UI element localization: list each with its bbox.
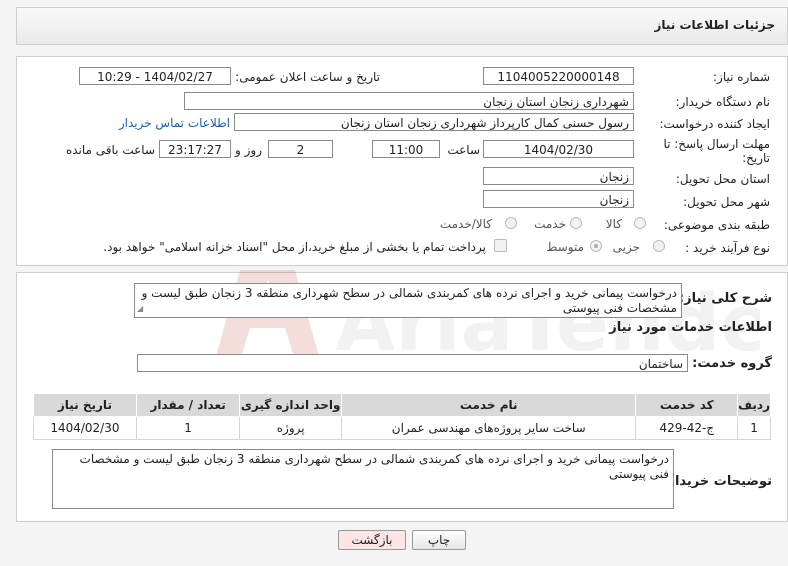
category-option-goods: کالا <box>605 217 622 231</box>
buyer-org-field[interactable]: شهرداری زنجان استان زنجان <box>184 92 634 110</box>
buyer-contact-link[interactable]: اطلاعات تماس خریدار <box>119 116 230 130</box>
days-label: روز و <box>235 143 262 157</box>
deadline-date-field[interactable]: 1404/02/30 <box>483 140 634 158</box>
province-field[interactable]: زنجان <box>483 167 634 185</box>
back-button[interactable]: بازگشت <box>338 530 406 550</box>
announce-label: تاریخ و ساعت اعلان عمومی: <box>235 70 380 84</box>
services-table: ردیف کد خدمت نام خدمت واحد اندازه گیری ت… <box>33 393 771 440</box>
summary-text: درخواست پیمانی خرید و اجرای نرده های کمر… <box>141 286 677 315</box>
service-group-field[interactable]: ساختمان <box>137 354 688 372</box>
services-section-title: اطلاعات خدمات مورد نیاز <box>609 320 772 335</box>
summary-label: شرح کلی نیاز: <box>678 291 772 306</box>
table-row[interactable]: 1 ج-42-429 ساخت سایر پروژه‌های مهندسی عم… <box>33 416 771 440</box>
summary-textarea[interactable]: درخواست پیمانی خرید و اجرای نرده های کمر… <box>134 283 682 318</box>
deadline-time-label: ساعت <box>447 143 480 157</box>
cell-service-name: ساخت سایر پروژه‌های مهندسی عمران <box>340 416 637 440</box>
province-label: استان محل تحویل: <box>675 172 770 186</box>
col-row-number: ردیف <box>737 393 771 417</box>
buyer-notes-text: درخواست پیمانی خرید و اجرای نرده های کمر… <box>79 452 669 481</box>
days-field[interactable]: 2 <box>268 140 333 158</box>
deadline-label-line1: مهلت ارسال پاسخ: تا <box>663 137 770 151</box>
print-button[interactable]: چاپ <box>412 530 466 550</box>
buyer-notes-textarea[interactable]: درخواست پیمانی خرید و اجرای نرده های کمر… <box>52 449 674 509</box>
treasury-payment-checkbox[interactable] <box>494 239 507 252</box>
deadline-time-field[interactable]: 11:00 <box>372 140 440 158</box>
need-number-field[interactable]: 1104005220000148 <box>483 67 634 85</box>
cell-need-date: 1404/02/30 <box>33 416 137 440</box>
announce-field[interactable]: 1404/02/27 - 10:29 <box>79 67 231 85</box>
cell-unit: پروژه <box>239 416 342 440</box>
process-option-medium: متوسط <box>546 240 584 254</box>
city-field[interactable]: زنجان <box>483 190 634 208</box>
process-radio-medium[interactable] <box>590 240 602 252</box>
treasury-payment-note: پرداخت تمام یا بخشی از مبلغ خرید،از محل … <box>103 240 486 254</box>
page-header: جزئیات اطلاعات نیاز <box>16 7 788 45</box>
col-service-code: کد خدمت <box>635 393 739 417</box>
cell-quantity: 1 <box>135 416 241 440</box>
need-info-panel <box>16 56 788 266</box>
remaining-time-field[interactable]: 23:17:27 <box>159 140 231 158</box>
resize-handle-icon[interactable]: ◢ <box>137 301 143 316</box>
category-radio-service[interactable] <box>570 217 582 229</box>
category-label: طبقه بندی موضوعی: <box>663 218 770 232</box>
city-label: شهر محل تحویل: <box>683 195 770 209</box>
creator-field[interactable]: رسول حسنی کمال کارپرداز شهرداری زنجان اس… <box>234 113 634 131</box>
col-need-date: تاریخ نیاز <box>33 393 137 417</box>
need-number-label: شماره نیاز: <box>713 70 770 84</box>
category-option-service: خدمت <box>534 217 566 231</box>
process-option-minor: جزیی <box>612 240 640 254</box>
process-radio-minor[interactable] <box>653 240 665 252</box>
buyer-org-label: نام دستگاه خریدار: <box>675 95 771 109</box>
category-option-both: کالا/خدمت <box>439 217 492 231</box>
page-title: جزئیات اطلاعات نیاز <box>654 18 775 32</box>
deadline-label-line2: تاریخ: <box>742 151 770 165</box>
col-service-name: نام خدمت <box>340 393 637 417</box>
process-label: نوع فرآیند خرید : <box>685 241 770 255</box>
col-unit: واحد اندازه گیری <box>239 393 342 417</box>
cell-row-number: 1 <box>737 416 771 440</box>
service-group-label: گروه خدمت: <box>692 356 772 371</box>
cell-service-code: ج-42-429 <box>635 416 739 440</box>
category-radio-goods[interactable] <box>634 217 646 229</box>
remaining-label: ساعت باقی مانده <box>65 143 155 157</box>
table-header-row: ردیف کد خدمت نام خدمت واحد اندازه گیری ت… <box>33 393 771 417</box>
category-radio-both[interactable] <box>505 217 517 229</box>
creator-label: ایجاد کننده درخواست: <box>659 117 770 131</box>
col-quantity: تعداد / مقدار <box>135 393 241 417</box>
buyer-notes-label: توضیحات خریدار: <box>662 474 772 489</box>
